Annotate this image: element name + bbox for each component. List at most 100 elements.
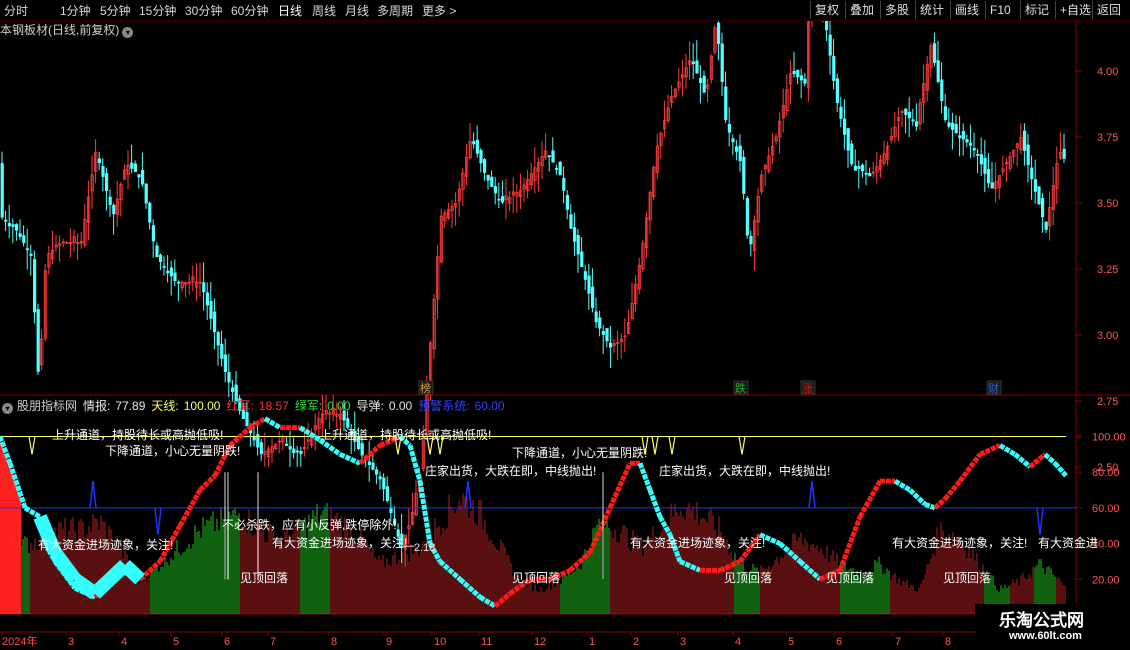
candle-body — [367, 461, 372, 466]
period-1min[interactable]: 1分钟 — [60, 2, 91, 19]
x-axis-label: 6 — [224, 636, 230, 648]
candle-body — [979, 154, 984, 165]
chart-canvas[interactable]: 4.504.254.003.753.503.253.002.752.50100.… — [0, 0, 1130, 650]
period-monthly[interactable]: 月线 — [345, 2, 369, 19]
candle-body — [731, 138, 735, 143]
candle-body — [940, 79, 944, 101]
candle-body — [151, 225, 155, 242]
sky-spike — [738, 436, 746, 455]
candle-body — [936, 60, 940, 82]
candle-body — [360, 443, 364, 456]
intel-line-segment — [908, 488, 927, 507]
multi-stock-button[interactable]: 多股 — [880, 1, 913, 19]
candle-body — [857, 166, 861, 169]
x-axis-label: 4 — [121, 636, 127, 648]
indicator-value-5: 预警系统: — [418, 399, 470, 413]
add-watchlist-button[interactable]: +自选 — [1055, 1, 1095, 19]
price-tick-label: 3.75 — [1097, 132, 1118, 144]
intel-line-segment — [1043, 452, 1057, 466]
candle-body — [105, 173, 109, 191]
candle-body — [742, 156, 746, 194]
period-weekly[interactable]: 周线 — [312, 2, 336, 19]
candle-body — [497, 198, 501, 201]
candle-body — [835, 78, 840, 104]
candle-body — [738, 145, 742, 162]
sky-spike — [28, 436, 36, 455]
candle-body — [137, 174, 141, 178]
indicator-tick-label: 20.00 — [1092, 574, 1120, 586]
intel-line-segment — [198, 473, 217, 492]
price-tick-label: 4.00 — [1097, 66, 1118, 78]
candle-body — [259, 442, 264, 455]
x-axis-label: 11 — [481, 636, 492, 648]
intel-line-segment — [647, 489, 663, 518]
stock-title: 本钢板材(日线,前复权) — [0, 23, 120, 37]
back-button[interactable]: 返回 — [1092, 1, 1125, 19]
indicator-annotation: 见顶回落 — [724, 571, 772, 585]
candle-body — [162, 265, 166, 268]
period-intraday[interactable]: 分时 — [4, 2, 28, 19]
statistics-button[interactable]: 统计 — [915, 1, 948, 19]
candle-body — [227, 371, 231, 383]
candle-body — [792, 70, 796, 75]
indicator-annotation: 庄家出货，大跌在即，中线抛出! — [659, 463, 830, 478]
candle-body — [148, 202, 152, 223]
price-tick-label: 2.75 — [1097, 396, 1118, 408]
candle-body — [987, 168, 991, 184]
indicator-tick-label: 80.00 — [1092, 467, 1120, 479]
price-tick-label: 3.25 — [1097, 264, 1118, 276]
candle-body — [699, 78, 703, 84]
candle-body — [583, 271, 588, 280]
indicator-annotation: 见顶回落 — [826, 571, 874, 585]
restore-rights-button[interactable]: 复权 — [810, 1, 843, 19]
candle-body — [155, 245, 159, 258]
candle-body — [609, 342, 613, 348]
mark-button[interactable]: 标记 — [1020, 1, 1053, 19]
candle-body — [490, 176, 494, 187]
period-15min[interactable]: 15分钟 — [139, 2, 176, 19]
candle-body — [374, 469, 379, 475]
candle-body — [972, 148, 976, 151]
candle-body — [799, 75, 804, 81]
draw-line-button[interactable]: 画线 — [950, 1, 983, 19]
period-daily[interactable]: 日线 — [278, 2, 302, 19]
candle-body — [915, 121, 919, 127]
candle-body — [853, 165, 858, 171]
candle-body — [551, 150, 555, 163]
chevron-down-icon[interactable]: ▾ — [2, 403, 13, 414]
candle-body — [482, 159, 487, 173]
candle-body — [133, 163, 137, 172]
candle-body — [1037, 186, 1041, 205]
candle-body — [108, 196, 112, 205]
candle-body — [868, 173, 872, 177]
indicator-value-0: 情报: — [83, 399, 111, 413]
indicator-name: 股朋指标网 — [17, 399, 78, 413]
indicator-number-4: 0.00 — [388, 399, 413, 413]
indicator-annotation: 庄家出货，大跌在即，中线抛出! — [425, 463, 596, 478]
candle-body — [101, 165, 105, 178]
candle-body — [7, 223, 11, 227]
candle-body — [954, 124, 958, 133]
overlay-button[interactable]: 叠加 — [845, 1, 878, 19]
alert-spike — [89, 481, 97, 508]
candle-body — [969, 142, 973, 146]
alert-spike — [464, 481, 472, 508]
candle-body — [601, 331, 606, 335]
candle-body — [727, 124, 732, 133]
candle-body — [209, 300, 213, 319]
candle-body — [299, 450, 303, 455]
period-5min[interactable]: 5分钟 — [100, 2, 131, 19]
candle-body — [961, 131, 966, 140]
period-more[interactable]: 更多 > — [422, 2, 456, 19]
period-60min[interactable]: 60分钟 — [231, 2, 268, 19]
event-tag-label: 榜 — [420, 381, 431, 395]
x-axis-label: 12 — [534, 636, 546, 648]
period-multi[interactable]: 多周期 — [377, 2, 413, 19]
watermark-title: 乐淘公式网 — [999, 611, 1084, 630]
f10-button[interactable]: F10 — [985, 1, 1015, 19]
chevron-down-icon[interactable]: ▾ — [122, 27, 134, 38]
period-30min[interactable]: 30分钟 — [185, 2, 222, 19]
indicator-value-3: 绿军: — [294, 399, 323, 413]
candle-body — [547, 155, 552, 158]
candle-body — [907, 111, 912, 119]
